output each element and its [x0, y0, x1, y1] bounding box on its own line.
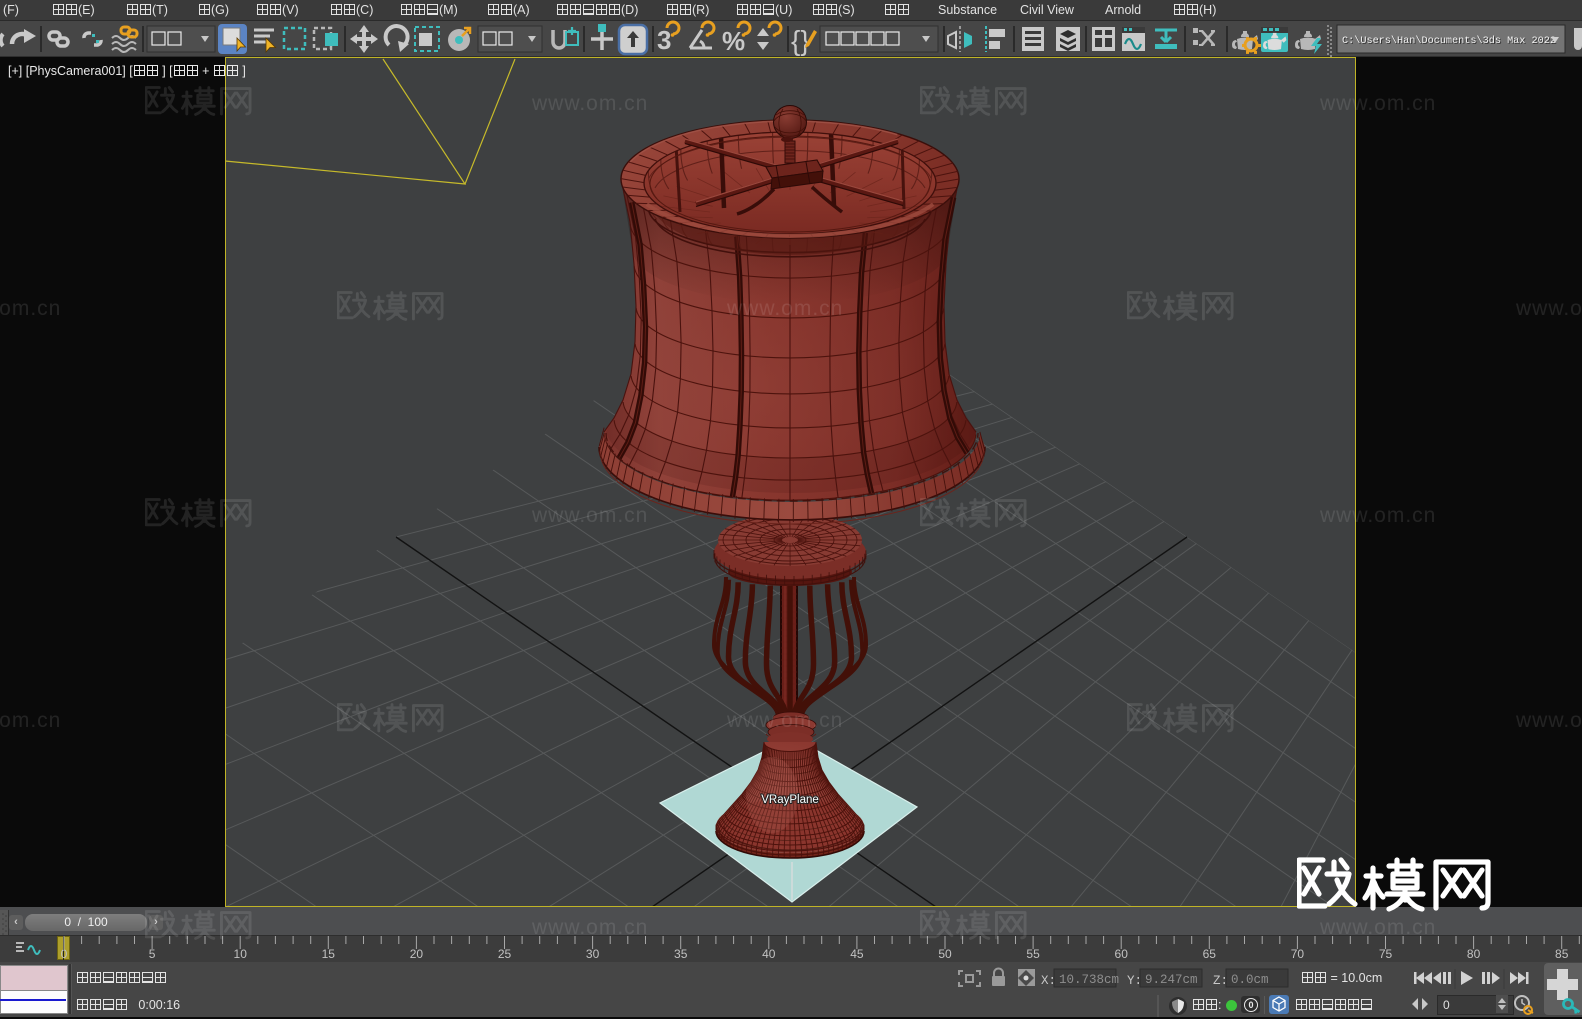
svg-text:80: 80	[1467, 947, 1481, 961]
svg-text:C:\Users\Han\Documents\3ds Max: C:\Users\Han\Documents\3ds Max 2022	[1342, 35, 1556, 47]
svg-text:3: 3	[657, 25, 671, 55]
svg-text:55: 55	[1026, 947, 1040, 961]
svg-text:0: 0	[61, 947, 68, 961]
svg-text:0.0cm: 0.0cm	[1231, 973, 1269, 987]
svg-text:65: 65	[1203, 947, 1217, 961]
svg-text:30: 30	[586, 947, 600, 961]
svg-text:40: 40	[762, 947, 776, 961]
svg-text:85: 85	[1555, 947, 1569, 961]
svg-text:45: 45	[850, 947, 864, 961]
svg-text:70: 70	[1291, 947, 1305, 961]
svg-text:75: 75	[1379, 947, 1393, 961]
svg-text:10.738cm: 10.738cm	[1059, 973, 1119, 987]
svg-text:9.247cm: 9.247cm	[1145, 973, 1198, 987]
svg-text:10: 10	[234, 947, 248, 961]
svg-text:50: 50	[938, 947, 952, 961]
svg-text:20: 20	[410, 947, 424, 961]
svg-text:35: 35	[674, 947, 688, 961]
svg-text:5: 5	[149, 947, 156, 961]
svg-text:%: %	[722, 26, 745, 56]
svg-text:15: 15	[322, 947, 336, 961]
svg-text:VRayPlane: VRayPlane	[761, 794, 819, 806]
svg-text:60: 60	[1115, 947, 1129, 961]
svg-text:25: 25	[498, 947, 512, 961]
svg-text:{}: {}	[791, 25, 810, 56]
